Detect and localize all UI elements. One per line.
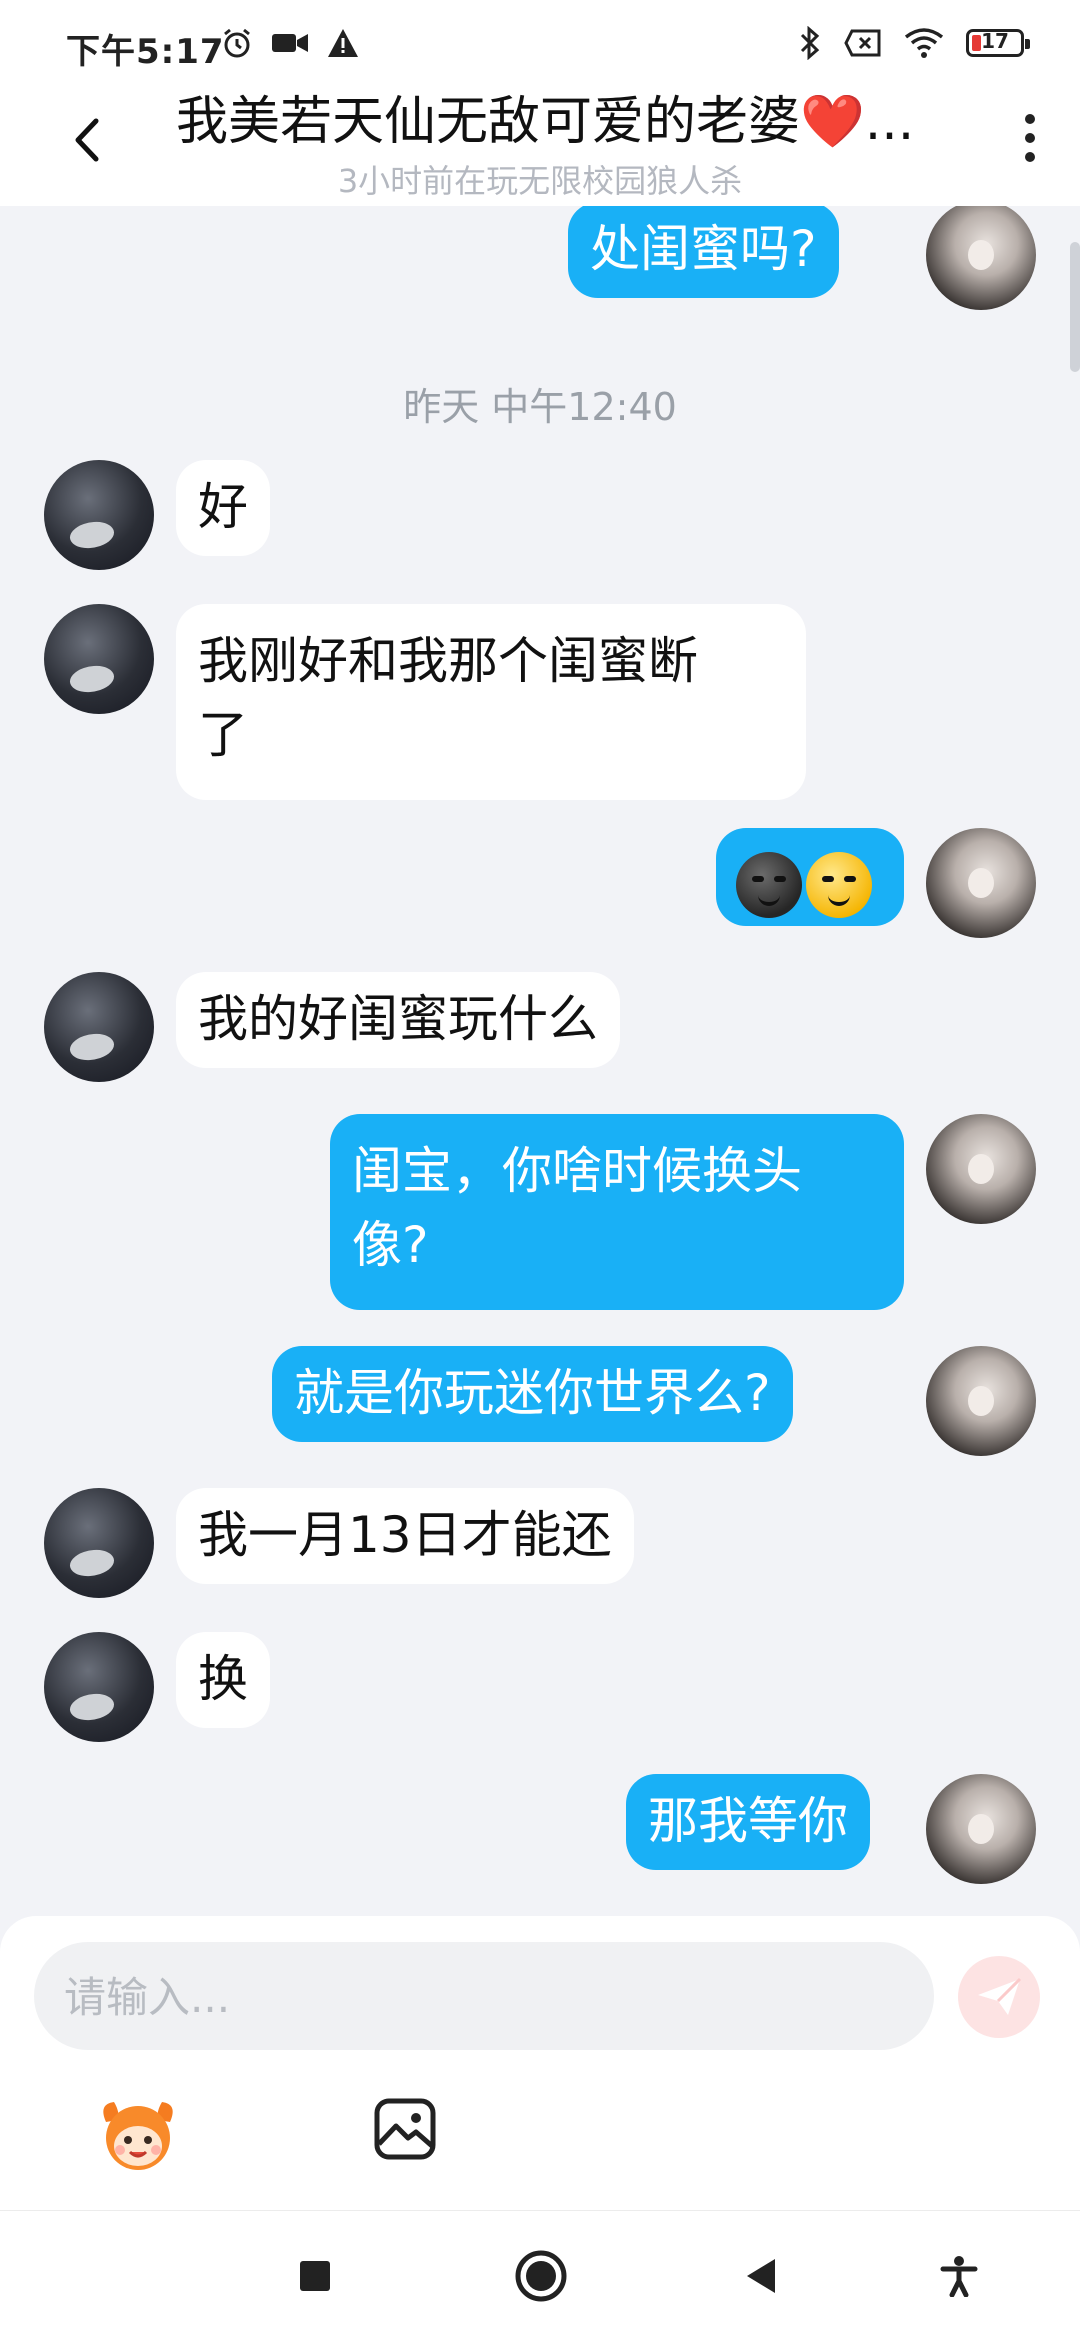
message-text-line: 闺宝，你啥时候换头 — [352, 1142, 802, 1200]
incoming-message[interactable]: 我刚好和我那个闺蜜断 了 — [176, 604, 806, 800]
square-icon — [300, 2261, 330, 2291]
dark-smirk-emoji-icon — [736, 851, 802, 918]
self-avatar[interactable] — [926, 206, 1036, 310]
home-button[interactable] — [508, 2243, 574, 2309]
recent-apps-button[interactable] — [282, 2243, 348, 2309]
scrollbar[interactable] — [1070, 242, 1080, 372]
contact-avatar[interactable] — [44, 604, 154, 714]
outgoing-emoji-message[interactable] — [716, 828, 904, 926]
incoming-message[interactable]: 换 — [176, 1632, 270, 1728]
smirk-emoji-icon — [806, 851, 872, 918]
chat-title: 我美若天仙无敌可爱的老婆❤️... — [176, 92, 915, 152]
outgoing-message[interactable]: 就是你玩迷你世界么? — [272, 1346, 793, 1442]
alarm-icon — [224, 28, 250, 58]
battery-icon: 17 — [966, 29, 1030, 57]
wifi-icon — [904, 28, 944, 58]
message-text-line: 了 — [198, 706, 248, 764]
message-text-line: 我刚好和我那个闺蜜断 — [198, 632, 698, 690]
self-avatar[interactable] — [926, 1346, 1036, 1456]
bluetooth-icon — [800, 26, 820, 60]
outgoing-message[interactable]: 闺宝，你啥时候换头 像? — [330, 1114, 904, 1310]
battery-level: 17 — [981, 29, 1009, 53]
contact-avatar[interactable] — [44, 1632, 154, 1742]
outgoing-message[interactable]: 处闺蜜吗? — [568, 206, 839, 298]
message-list[interactable]: 处闺蜜吗? 昨天 中午12:40 好 我刚好和我那个闺蜜断 了 我的好闺蜜玩什么… — [0, 206, 1080, 1916]
message-input-box[interactable] — [34, 1942, 934, 2052]
message-text-line: 像? — [352, 1216, 429, 1274]
sticker-mascot-button[interactable] — [96, 2092, 180, 2176]
accessibility-button[interactable] — [926, 2243, 992, 2309]
back-nav-button[interactable] — [728, 2243, 794, 2309]
accessibility-icon — [940, 2256, 978, 2297]
home-circle-icon — [515, 2250, 567, 2302]
composer — [0, 1916, 1080, 2210]
more-dot-icon — [1025, 152, 1035, 162]
message-input[interactable] — [62, 1942, 906, 2052]
sim-blocked-icon — [844, 29, 881, 57]
warning-icon — [328, 29, 358, 57]
more-options-button[interactable] — [1010, 108, 1050, 168]
incoming-message[interactable]: 好 — [176, 460, 270, 556]
message-timestamp: 昨天 中午12:40 — [403, 385, 677, 429]
mascot-face-icon — [103, 2102, 173, 2170]
triangle-back-icon — [747, 2259, 775, 2293]
status-time: 下午5:17 — [66, 32, 225, 72]
video-camera-icon — [272, 34, 308, 52]
self-avatar[interactable] — [926, 1114, 1036, 1224]
image-picker-button[interactable] — [372, 2096, 438, 2162]
self-avatar[interactable] — [926, 1774, 1036, 1884]
outgoing-message[interactable]: 那我等你 — [626, 1774, 870, 1870]
contact-avatar[interactable] — [44, 460, 154, 570]
self-avatar[interactable] — [926, 828, 1036, 938]
incoming-message[interactable]: 我的好闺蜜玩什么 — [176, 972, 620, 1068]
image-icon — [374, 2098, 436, 2160]
contact-avatar[interactable] — [44, 1488, 154, 1598]
status-bar: 下午5:17 17 — [0, 0, 1080, 90]
more-dot-icon — [1025, 114, 1035, 124]
incoming-message[interactable]: 我一月13日才能还 — [176, 1488, 634, 1584]
system-navigation-bar — [0, 2210, 1080, 2341]
contact-avatar[interactable] — [44, 972, 154, 1082]
more-dot-icon — [1025, 133, 1035, 143]
chat-header: 我美若天仙无敌可爱的老婆❤️... 3小时前在玩无限校园狼人杀 — [0, 90, 1080, 206]
send-icon — [978, 1977, 1022, 2015]
send-button[interactable] — [958, 1956, 1040, 2038]
chat-subtitle: 3小时前在玩无限校园狼人杀 — [337, 162, 743, 200]
